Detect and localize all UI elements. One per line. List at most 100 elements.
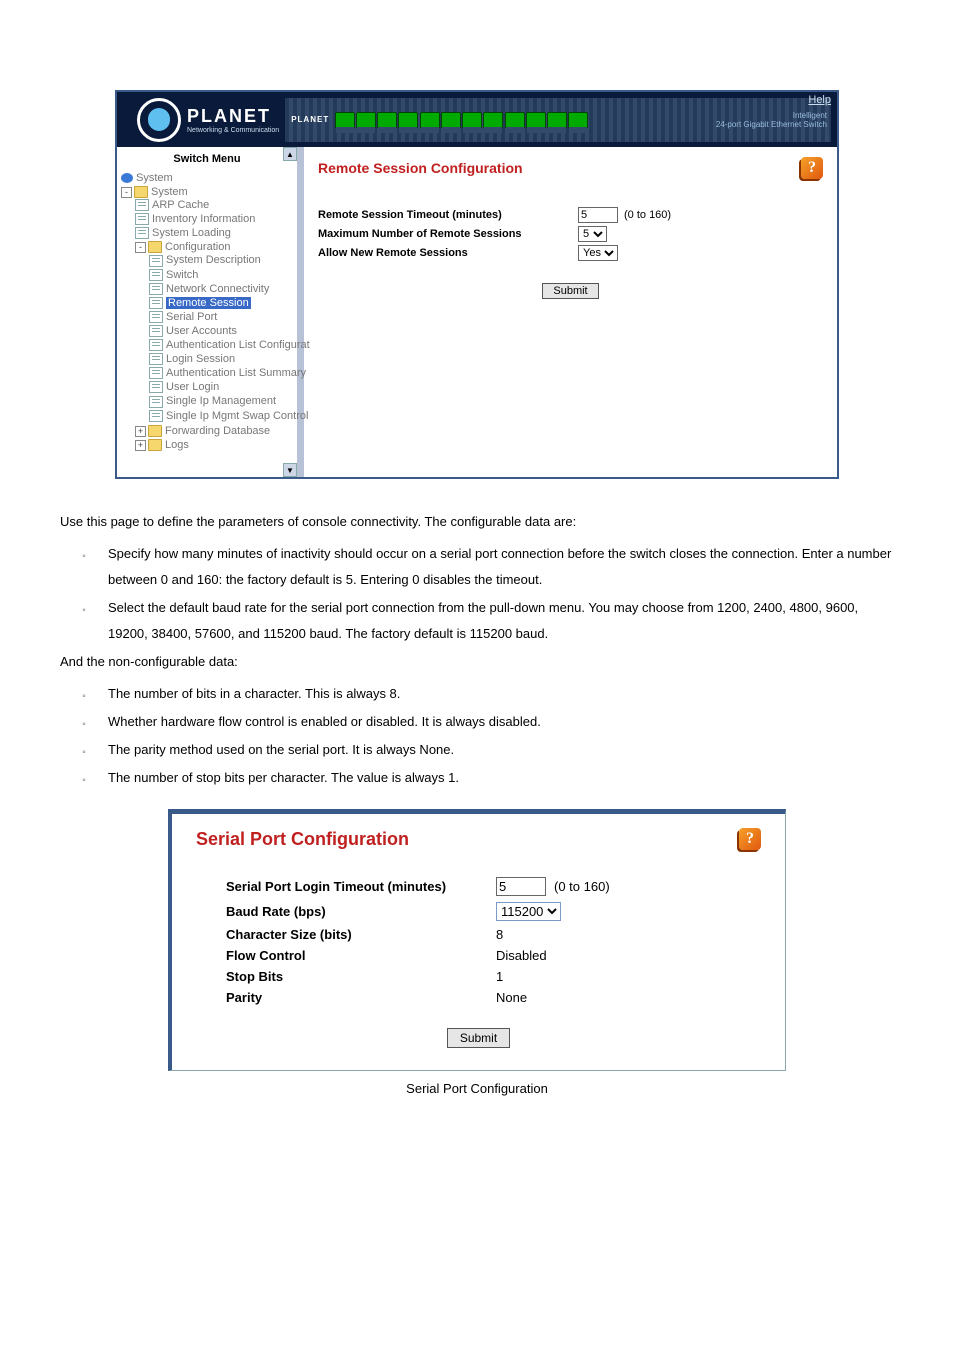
- tree-label: Logs: [165, 439, 189, 451]
- timeout-label: Remote Session Timeout (minutes): [318, 209, 578, 221]
- serial-port-window: Serial Port Configuration ? Serial Port …: [168, 809, 786, 1071]
- port-icon: [356, 112, 376, 128]
- page-title: Serial Port Configuration: [196, 829, 409, 850]
- tree-system-description[interactable]: System Description: [149, 253, 295, 267]
- tree-auth-list-config[interactable]: Authentication List Configurat: [149, 338, 295, 352]
- doc-icon: [135, 227, 149, 239]
- parity-value: None: [496, 990, 527, 1005]
- tree-label: Network Connectivity: [166, 283, 269, 295]
- tree-configuration[interactable]: - Configuration System Description Switch…: [135, 240, 295, 423]
- device-label: Intelligent 24-port Gigabit Ethernet Swi…: [716, 112, 827, 130]
- baud-select[interactable]: 115200: [496, 902, 561, 921]
- tree-label: User Accounts: [166, 325, 237, 337]
- tree-system-loading[interactable]: System Loading: [135, 226, 295, 240]
- tree-auth-list-summary[interactable]: Authentication List Summary: [149, 366, 295, 380]
- bullet-icon: ◦: [60, 737, 108, 763]
- app-header: PLANET Networking & Communication PLANET…: [117, 92, 837, 147]
- max-sessions-label: Maximum Number of Remote Sessions: [318, 228, 578, 240]
- nonconfig-item: The parity method used on the serial por…: [108, 737, 894, 763]
- help-icon[interactable]: ?: [801, 157, 823, 179]
- tree-arp[interactable]: ARP Cache: [135, 198, 295, 212]
- tree-label: System: [151, 186, 188, 198]
- bullet-icon: ◦: [60, 595, 108, 647]
- doc-icon: [149, 396, 163, 408]
- scroll-up-icon[interactable]: ▲: [283, 147, 297, 161]
- bullet-icon: ◦: [60, 541, 108, 593]
- port-icon: [526, 112, 546, 128]
- doc-icon: [149, 353, 163, 365]
- scroll-down-icon[interactable]: ▼: [283, 463, 297, 477]
- help-link[interactable]: Help: [808, 94, 831, 106]
- tree-label: Serial Port: [166, 311, 217, 323]
- folder-icon: [148, 439, 162, 451]
- tree-single-ip[interactable]: Single Ip Management: [149, 394, 295, 408]
- doc-text: Use this page to define the parameters o…: [60, 509, 894, 791]
- bullet-icon: ◦: [60, 681, 108, 707]
- doc-icon: [149, 283, 163, 295]
- main-pane: Remote Session Configuration ? Remote Se…: [304, 147, 837, 477]
- nonconfig-item: Whether hardware flow control is enabled…: [108, 709, 894, 735]
- tree-label: System: [136, 172, 173, 184]
- planet-logo: PLANET Networking & Communication: [117, 98, 279, 142]
- folder-icon: [148, 241, 162, 253]
- submit-button[interactable]: Submit: [542, 283, 598, 299]
- tree-user-login[interactable]: User Login: [149, 380, 295, 394]
- tree-remote-session[interactable]: Remote Session: [149, 296, 295, 310]
- submit-button[interactable]: Submit: [447, 1028, 510, 1048]
- timeout-input[interactable]: [578, 207, 618, 223]
- collapse-icon[interactable]: -: [121, 187, 132, 198]
- tree-login-session[interactable]: Login Session: [149, 352, 295, 366]
- tree-system[interactable]: -System ARP Cache Inventory Information …: [121, 185, 295, 453]
- page-title: Remote Session Configuration: [318, 160, 523, 176]
- tree-switch[interactable]: Switch: [149, 268, 295, 282]
- port-icon: [335, 112, 355, 128]
- tree-network-connectivity[interactable]: Network Connectivity: [149, 282, 295, 296]
- port-icon: [377, 112, 397, 128]
- parity-label: Parity: [196, 990, 496, 1005]
- tree-single-ip-swap[interactable]: Single Ip Mgmt Swap Control: [149, 409, 295, 423]
- figure-caption: Serial Port Configuration: [60, 1081, 894, 1096]
- doc-icon: [149, 381, 163, 393]
- allow-new-select[interactable]: Yes: [578, 245, 618, 261]
- doc-icon: [149, 325, 163, 337]
- flow-label: Flow Control: [196, 948, 496, 963]
- stop-bits-value: 1: [496, 969, 503, 984]
- allow-new-label: Allow New Remote Sessions: [318, 247, 578, 259]
- folder-icon: [134, 186, 148, 198]
- globe-icon: [137, 98, 181, 142]
- doc-icon: [135, 199, 149, 211]
- tree-system-root[interactable]: System: [121, 171, 295, 185]
- port-icon: [462, 112, 482, 128]
- intro-text: Use this page to define the parameters o…: [60, 509, 894, 535]
- port-icon: [568, 112, 588, 128]
- nav-tree: System -System ARP Cache Inventory Infor…: [119, 171, 295, 453]
- tree-label: Single Ip Management: [166, 395, 276, 407]
- baud-label: Baud Rate (bps): [196, 904, 496, 919]
- tree-label: Forwarding Database: [165, 425, 270, 437]
- doc-icon: [149, 339, 163, 351]
- doc-icon: [149, 311, 163, 323]
- expand-icon[interactable]: +: [135, 440, 146, 451]
- logo-text: PLANET: [187, 106, 279, 127]
- tree-logs[interactable]: + Logs: [135, 438, 295, 452]
- timeout-range: (0 to 160): [554, 879, 610, 894]
- timeout-input[interactable]: [496, 877, 546, 896]
- max-sessions-select[interactable]: 5: [578, 226, 607, 242]
- help-icon[interactable]: ?: [739, 828, 761, 850]
- tree-label: Switch: [166, 269, 198, 281]
- port-icon: [441, 112, 461, 128]
- collapse-icon[interactable]: -: [135, 242, 146, 253]
- tree-inventory[interactable]: Inventory Information: [135, 212, 295, 226]
- doc-icon: [149, 410, 163, 422]
- tree-label: ARP Cache: [152, 199, 209, 211]
- nonconfig-item: The number of stop bits per character. T…: [108, 765, 894, 791]
- doc-icon: [149, 255, 163, 267]
- expand-icon[interactable]: +: [135, 426, 146, 437]
- tree-label: Inventory Information: [152, 213, 255, 225]
- tree-forwarding-db[interactable]: + Forwarding Database: [135, 424, 295, 438]
- char-size-label: Character Size (bits): [196, 927, 496, 942]
- tree-serial-port[interactable]: Serial Port: [149, 310, 295, 324]
- tree-label: Configuration: [165, 241, 230, 253]
- tree-label: System Loading: [152, 227, 231, 239]
- tree-user-accounts[interactable]: User Accounts: [149, 324, 295, 338]
